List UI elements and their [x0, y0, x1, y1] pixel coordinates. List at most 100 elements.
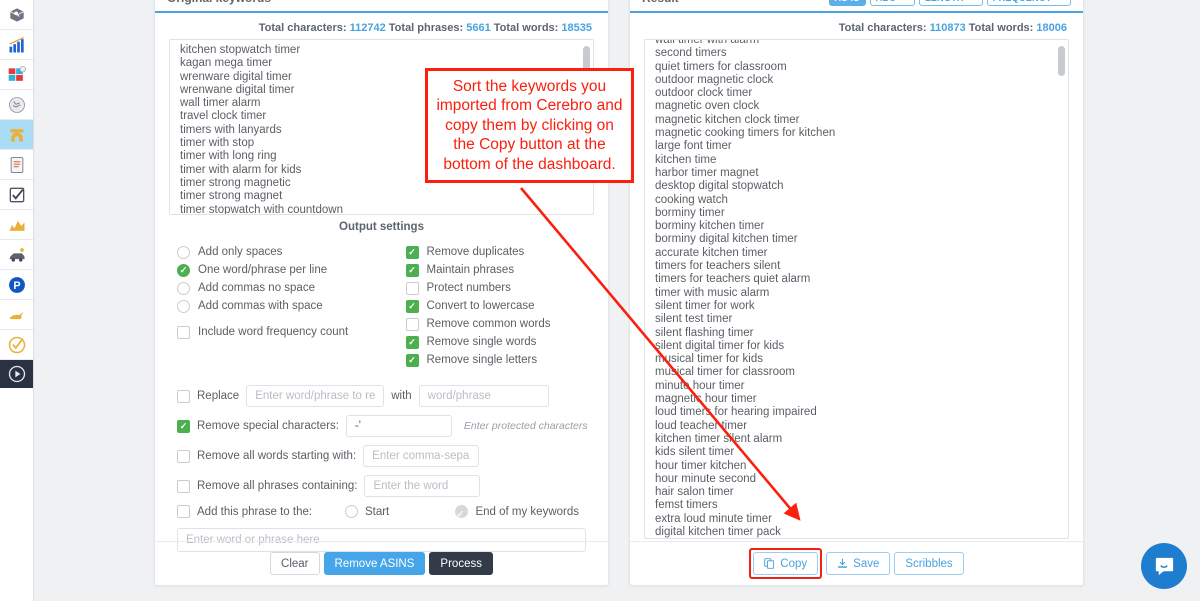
sidebar-item-product-research[interactable] [0, 0, 33, 30]
sort-direction-arrows-icon[interactable]: ↑↓ [1055, 0, 1065, 3]
advanced-rules: Replace with Remove special characters: … [155, 369, 608, 552]
result-keyword-line: outdoor magnetic clock [655, 73, 774, 86]
add-phrase-end-radio[interactable] [455, 505, 469, 518]
profits-p-icon: P [8, 276, 25, 293]
copy-button[interactable]: Copy [753, 552, 819, 575]
format-option-radio[interactable] [177, 299, 190, 313]
filter-option-label: Protect numbers [426, 282, 511, 294]
format-option-radio[interactable] [177, 245, 190, 259]
containing-checkbox[interactable] [177, 479, 190, 493]
sidebar-item-keyword-scout[interactable] [0, 60, 33, 90]
sidebar-item-launch[interactable] [0, 300, 33, 330]
clear-button[interactable]: Clear [270, 552, 320, 575]
starting-with-input[interactable] [363, 445, 480, 467]
result-keyword-line: timer with music alarm [655, 286, 770, 299]
filter-option-checkbox[interactable] [405, 353, 419, 367]
result-keywords-textarea[interactable]: wall timer with alarm second timers quiet … [644, 39, 1069, 539]
replace-from-input[interactable] [246, 385, 385, 407]
filter-option-row[interactable]: Remove duplicates [405, 243, 587, 261]
starting-with-label: Remove all words starting with: [197, 450, 357, 462]
sort-button-frequency[interactable]: FREQUENCY↑↓ [986, 0, 1071, 6]
sidebar-item-magnet[interactable] [0, 120, 33, 150]
filter-option-label: Convert to lowercase [426, 300, 535, 312]
trend-chart-icon [9, 220, 24, 231]
result-keyword-line: silent digital timer for kids [655, 339, 785, 352]
result-keyword-line: large font timer [655, 140, 732, 153]
panel-title-original: Original keywords [167, 0, 271, 5]
format-option-row[interactable]: One word/phrase per line [177, 261, 382, 279]
sidebar-item-refund-genie[interactable] [0, 330, 33, 360]
annotation-callout: Sort the keywords you imported from Cere… [425, 68, 634, 183]
sort-button-label: FREQUENCY [993, 0, 1052, 3]
scribbles-button[interactable]: Scribbles [894, 552, 964, 575]
sidebar-item-trendster[interactable] [0, 210, 33, 240]
result-header: Result AS ISABC↑↓LENGTH↑↓FREQUENCY↑↓ [630, 0, 1083, 13]
sidebar-item-sales-analytics[interactable] [0, 30, 33, 60]
keyword-scout-icon [8, 65, 26, 81]
sidebar-item-profits[interactable]: P [0, 270, 33, 300]
left-total-words-label: Total words: [493, 22, 559, 34]
process-button[interactable]: Process [429, 552, 493, 575]
containing-input[interactable] [364, 475, 481, 497]
filter-option-checkbox[interactable] [405, 335, 419, 349]
result-keyword-line: hour timer kitchen [655, 459, 747, 472]
result-keyword-line: kitchen timer silent alarm [655, 432, 783, 445]
add-phrase-start-radio[interactable] [344, 505, 358, 518]
filter-option-row[interactable]: Remove single letters [405, 351, 587, 369]
result-keyword-line: extra loud minute timer [655, 512, 772, 525]
replace-to-input[interactable] [418, 385, 549, 407]
result-keyword-line: quiet timers for classroom [655, 60, 787, 73]
result-keyword-line: magnetic oven clock [655, 100, 760, 113]
sidebar-item-cerebro[interactable] [0, 90, 33, 120]
sidebar-item-market-tracker[interactable] [0, 240, 33, 270]
sort-direction-arrows-icon[interactable]: ↑↓ [967, 0, 977, 3]
right-total-words-label: Total words: [968, 22, 1034, 34]
remove-asins-button[interactable]: Remove ASINS [323, 552, 426, 575]
result-keyword-line: magnetic hour timer [655, 393, 757, 406]
sort-direction-arrows-icon[interactable]: ↑↓ [899, 0, 909, 3]
format-option-radio[interactable] [177, 263, 190, 277]
sidebar-item-index-checker[interactable] [0, 180, 33, 210]
filter-option-row[interactable]: Protect numbers [405, 279, 587, 297]
starting-with-checkbox[interactable] [177, 449, 190, 463]
filter-option-checkbox[interactable] [405, 299, 419, 313]
app-root: P Original keywords [0, 0, 1200, 601]
magnet-icon [9, 128, 24, 142]
add-phrase-end-label: End of my keywords [475, 505, 579, 518]
keyword-line: kitchen stopwatch timer [180, 44, 301, 56]
chat-widget-button[interactable] [1141, 543, 1187, 589]
save-button[interactable]: Save [826, 552, 891, 575]
sort-button-length[interactable]: LENGTH↑↓ [918, 0, 983, 6]
sidebar-item-academy[interactable] [0, 360, 33, 388]
sort-button-label: ABC [876, 0, 896, 3]
replace-row: Replace with [177, 385, 586, 407]
frequency-option-row[interactable]: Include word frequency count [177, 323, 382, 341]
filter-option-label: Remove common words [426, 318, 551, 330]
special-characters-checkbox[interactable] [177, 419, 190, 433]
filter-option-checkbox[interactable] [405, 317, 419, 331]
filter-option-row[interactable]: Maintain phrases [405, 261, 587, 279]
result-keywords-scrollbar[interactable] [1058, 46, 1065, 76]
sort-button-label: LENGTH [925, 0, 964, 3]
special-characters-row: Remove special characters: Enter protect… [177, 415, 588, 437]
add-phrase-checkbox[interactable] [177, 505, 190, 518]
filter-option-checkbox[interactable] [405, 263, 419, 277]
filter-option-row[interactable]: Convert to lowercase [405, 297, 587, 315]
replace-checkbox[interactable] [177, 389, 190, 403]
sort-button-abc[interactable]: ABC↑↓ [869, 0, 915, 6]
filter-option-checkbox[interactable] [405, 281, 419, 295]
filter-option-row[interactable]: Remove single words [405, 333, 587, 351]
special-characters-input[interactable] [345, 415, 452, 437]
output-settings-options: Add only spaces One word/phrase per line A… [155, 243, 608, 369]
format-option-radio[interactable] [177, 281, 190, 295]
format-option-row[interactable]: Add commas no space [177, 279, 382, 297]
format-option-row[interactable]: Add commas with space [177, 297, 382, 315]
frequency-option-checkbox[interactable] [177, 325, 190, 339]
filter-option-row[interactable]: Remove common words [405, 315, 587, 333]
sidebar-item-listing-builder[interactable] [0, 150, 33, 180]
sort-button-as-is[interactable]: AS IS [828, 0, 866, 6]
filter-option-checkbox[interactable] [405, 245, 419, 259]
special-characters-label: Remove special characters: [197, 420, 339, 432]
result-keyword-line: second timers [655, 47, 727, 60]
format-option-row[interactable]: Add only spaces [177, 243, 382, 261]
